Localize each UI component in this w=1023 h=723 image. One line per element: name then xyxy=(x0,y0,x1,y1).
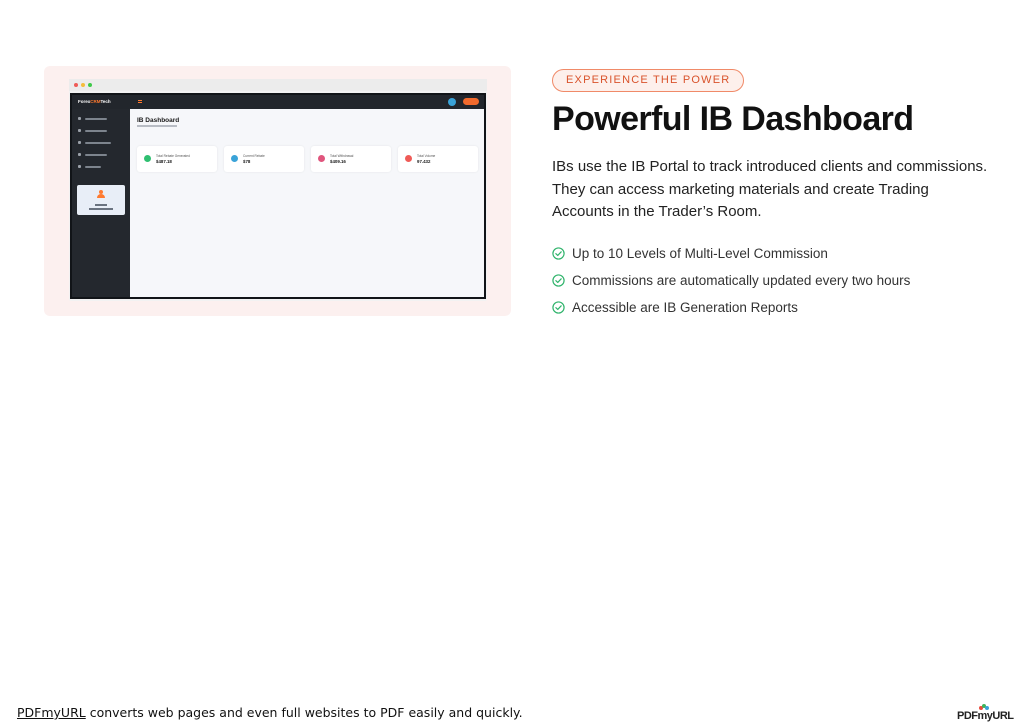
volume-icon xyxy=(405,155,412,162)
user-icon xyxy=(97,190,105,198)
page-title: Powerful IB Dashboard xyxy=(552,100,914,138)
stat-label: Total Volume xyxy=(417,154,436,158)
sidebar-item xyxy=(78,165,126,168)
sidebar-item-label xyxy=(85,141,111,144)
menu-icon xyxy=(138,100,142,103)
logo-text: PDFmyURL xyxy=(957,710,1014,722)
close-dot-icon xyxy=(74,83,78,87)
rebate-icon xyxy=(231,155,238,162)
feature-text: Up to 10 Levels of Multi-Level Commissio… xyxy=(572,246,828,261)
minimize-dot-icon xyxy=(81,83,85,87)
check-circle-icon xyxy=(552,274,565,287)
footer-note: PDFmyURL converts web pages and even ful… xyxy=(17,705,523,720)
stat-value: 97.432 xyxy=(417,159,431,164)
browser-titlebar xyxy=(69,79,487,91)
sidebar-item-icon xyxy=(78,141,81,144)
pdfmyurl-link[interactable]: PDFmyURL xyxy=(17,705,86,720)
feature-text: Commissions are automatically updated ev… xyxy=(572,273,911,288)
logo-part: Forex xyxy=(78,99,91,104)
rebate-icon xyxy=(144,155,151,162)
app-sidebar xyxy=(72,109,130,297)
sidebar-item-label xyxy=(85,165,101,168)
maximize-dot-icon xyxy=(88,83,92,87)
sidebar-item-icon xyxy=(78,153,81,156)
stat-label: Total Withdrawal xyxy=(330,154,354,158)
section-badge: EXPERIENCE THE POWER xyxy=(552,69,745,92)
pdfmyurl-logo[interactable]: PDFmyURL xyxy=(957,704,1014,722)
check-circle-icon xyxy=(552,247,565,260)
sidebar-client-card xyxy=(77,185,125,215)
logo-accent: CRM xyxy=(90,99,101,104)
stat-label: Total Rebate Generated xyxy=(156,154,190,158)
sidebar-item-icon xyxy=(78,165,81,168)
stat-card: Total Withdrawal $409.16 xyxy=(311,146,391,172)
sidebar-item-icon xyxy=(78,129,81,132)
footer-text: converts web pages and even full website… xyxy=(85,705,523,720)
feature-text: Accessible are IB Generation Reports xyxy=(572,300,798,315)
stat-card: Total Volume 97.432 xyxy=(398,146,478,172)
stat-value: $409.16 xyxy=(330,159,346,164)
logo-suffix: Tech xyxy=(100,99,111,104)
dashboard-subtitle xyxy=(137,125,177,127)
app-topbar: ForexCRMTech xyxy=(72,95,484,109)
list-item: Commissions are automatically updated ev… xyxy=(552,267,910,294)
stat-value: $78 xyxy=(243,159,251,164)
card-line xyxy=(95,204,107,206)
sidebar-item-label xyxy=(85,129,107,132)
sidebar-item xyxy=(78,117,126,120)
sidebar-item xyxy=(78,153,126,156)
topbar-button xyxy=(463,98,479,105)
sidebar-item xyxy=(78,129,126,132)
feature-list: Up to 10 Levels of Multi-Level Commissio… xyxy=(552,240,910,321)
app-main: IB Dashboard Total Rebate Generated $487… xyxy=(130,109,484,297)
description: IBs use the IB Portal to track introduce… xyxy=(552,158,988,220)
app-window: ForexCRMTech IB Dashboard Total Rebate G… xyxy=(70,93,486,299)
sidebar-item-label xyxy=(85,153,107,156)
avatar-icon xyxy=(448,98,456,106)
sidebar-item xyxy=(78,141,126,144)
stat-card: Current Rebate $78 xyxy=(224,146,304,172)
list-item: Up to 10 Levels of Multi-Level Commissio… xyxy=(552,240,910,267)
dashboard-title: IB Dashboard xyxy=(137,117,180,124)
card-line xyxy=(89,208,113,210)
app-logo: ForexCRMTech xyxy=(78,99,111,104)
stat-label: Current Rebate xyxy=(243,154,265,158)
dashboard-screenshot: ForexCRMTech IB Dashboard Total Rebate G… xyxy=(44,66,511,316)
list-item: Accessible are IB Generation Reports xyxy=(552,294,910,321)
stat-card: Total Rebate Generated $487.18 xyxy=(137,146,217,172)
browser-frame: ForexCRMTech IB Dashboard Total Rebate G… xyxy=(69,79,487,301)
sidebar-item-icon xyxy=(78,117,81,120)
check-circle-icon xyxy=(552,301,565,314)
sidebar-item-label xyxy=(85,117,107,120)
withdrawal-icon xyxy=(318,155,325,162)
stat-value: $487.18 xyxy=(156,159,172,164)
